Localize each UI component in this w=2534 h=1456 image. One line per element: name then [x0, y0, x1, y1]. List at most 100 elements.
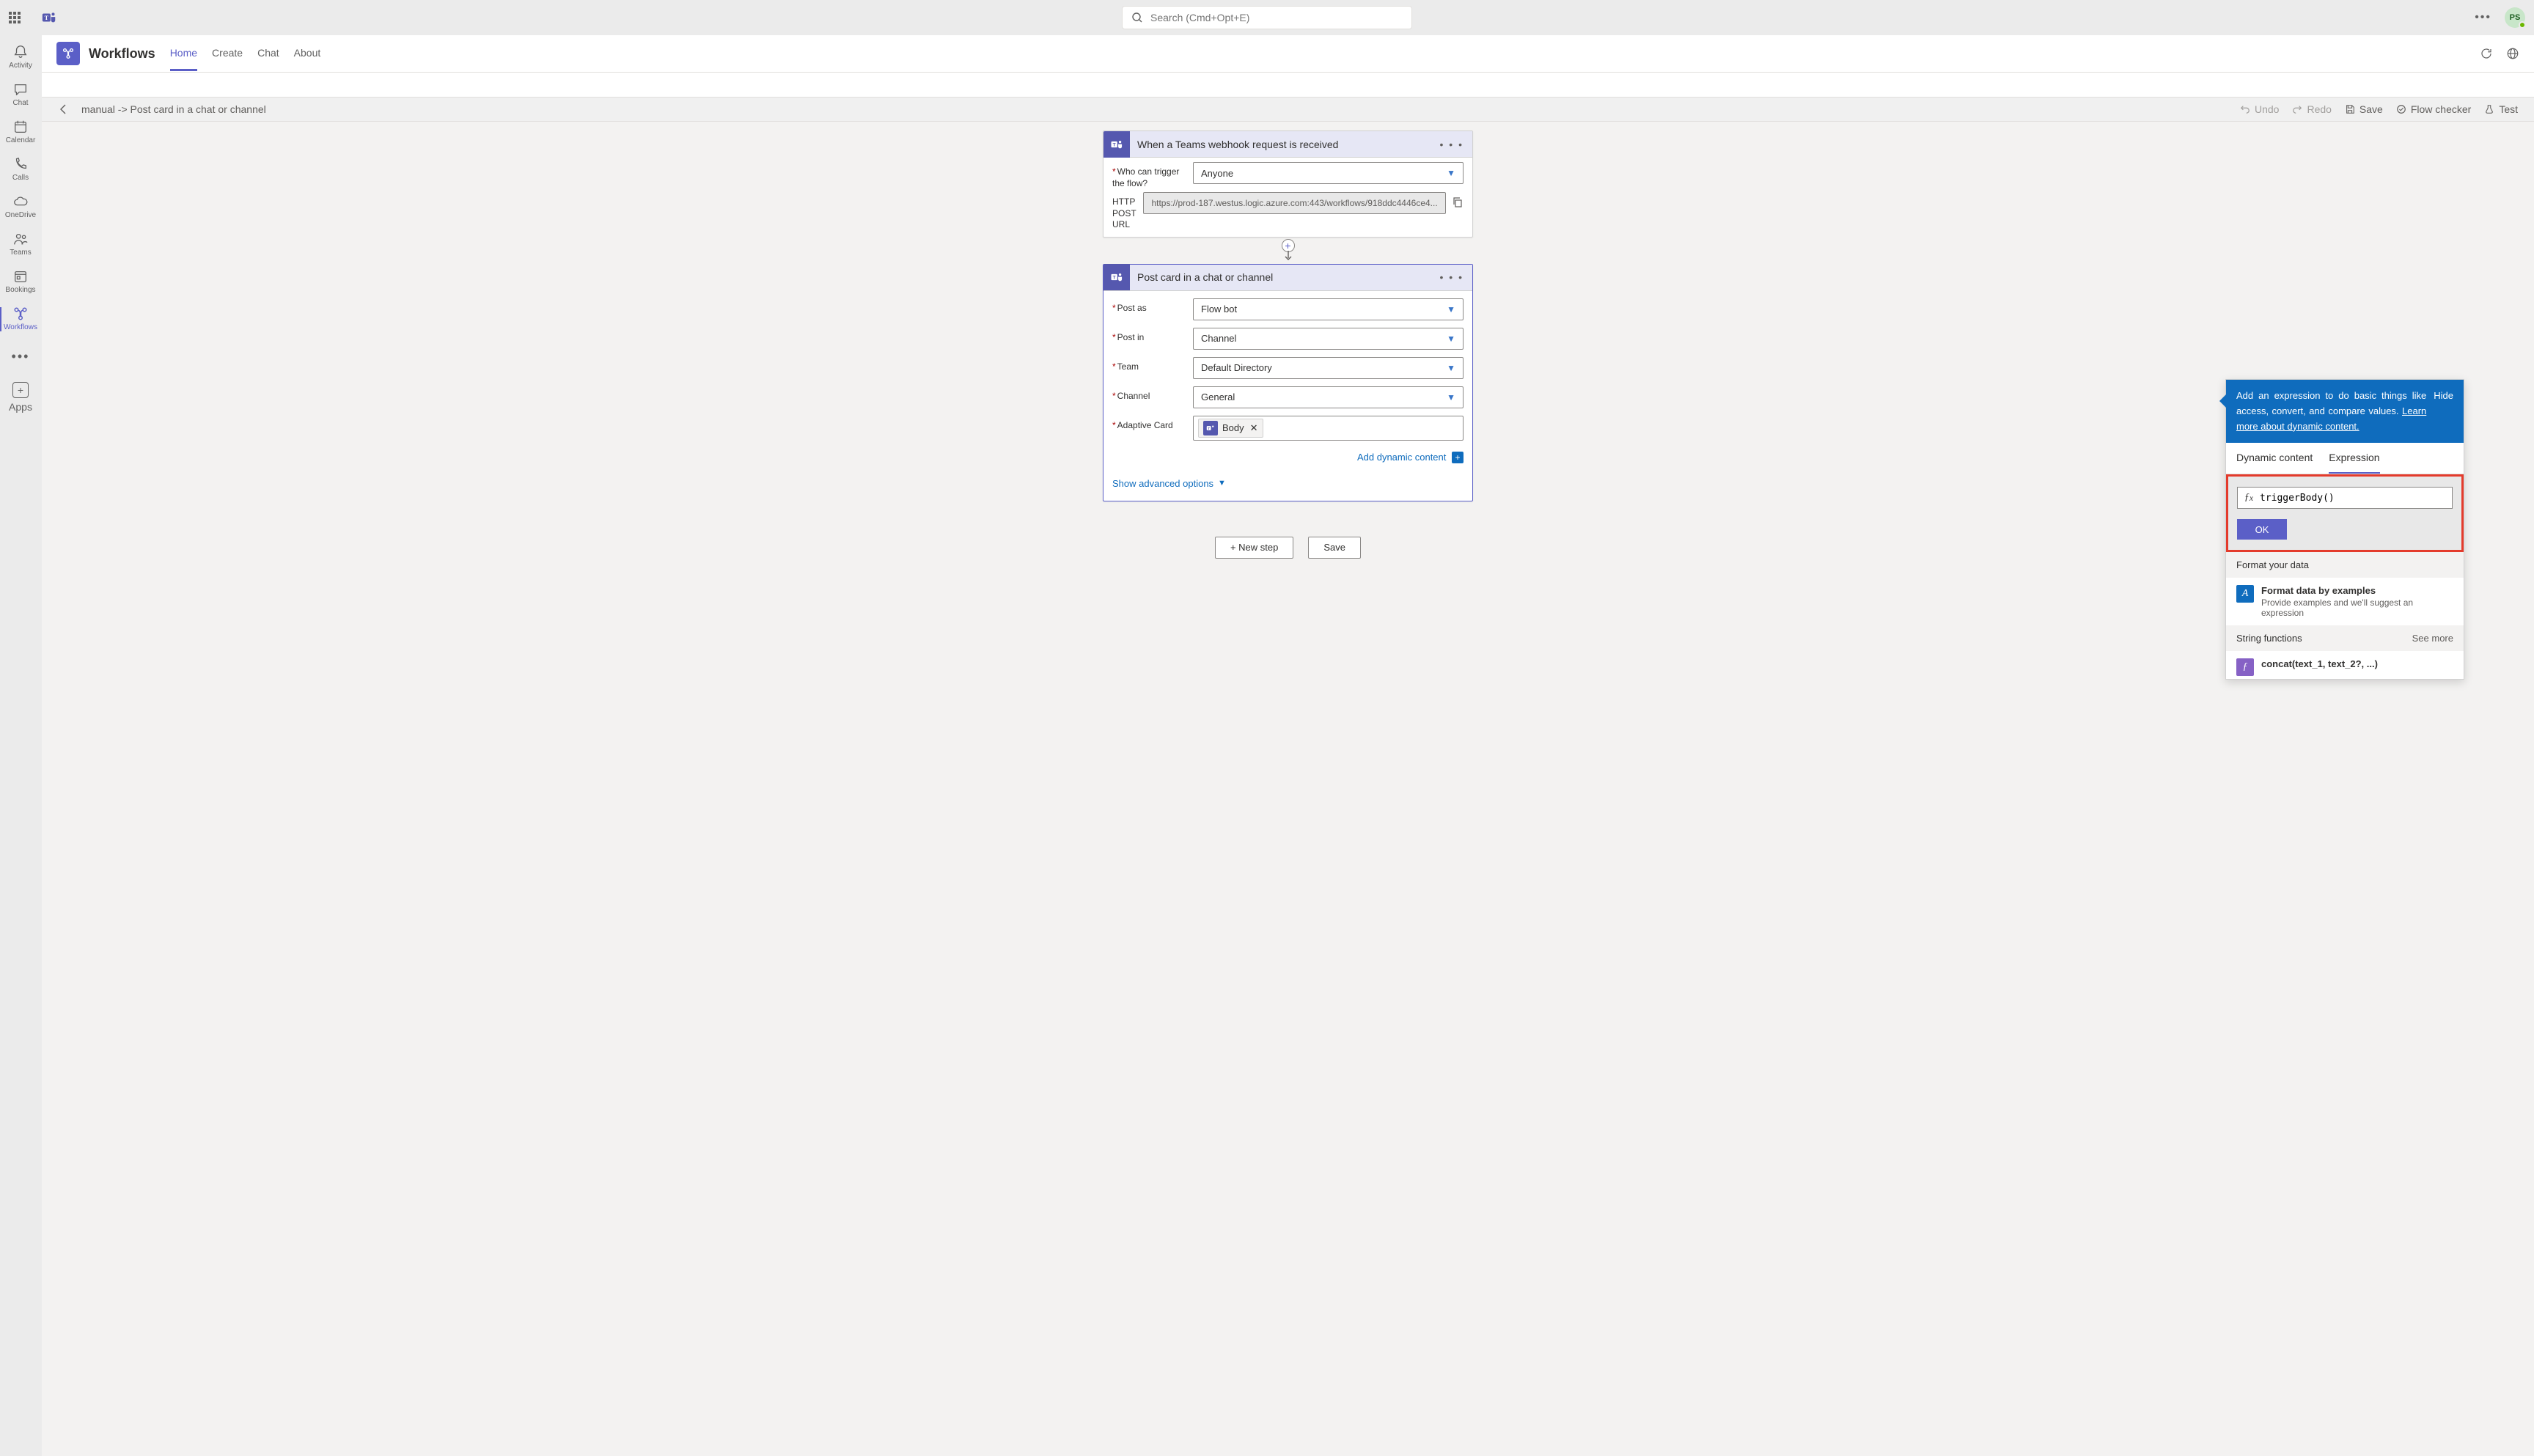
rail-label: Teams — [10, 249, 31, 257]
tab-chat[interactable]: Chat — [257, 37, 279, 71]
rail-label: Activity — [9, 62, 32, 70]
globe-icon[interactable] — [2506, 47, 2519, 60]
app-launcher-icon[interactable] — [9, 12, 21, 23]
save-label: Save — [2359, 103, 2383, 115]
action-card-header[interactable]: T Post card in a chat or channel • • • — [1103, 265, 1472, 291]
trigger-card-header[interactable]: T When a Teams webhook request is receiv… — [1103, 131, 1472, 158]
select-value: Flow bot — [1201, 304, 1237, 315]
concat-item[interactable]: ƒ concat(text_1, text_2?, ...) — [2226, 651, 2464, 679]
chevron-down-icon: ▼ — [1447, 304, 1455, 315]
teams-logo-icon: T — [41, 10, 57, 26]
select-value: Channel — [1201, 333, 1236, 344]
rail-onedrive[interactable]: OneDrive — [0, 189, 42, 225]
save-button[interactable]: Save — [2345, 103, 2383, 115]
search-input[interactable] — [1150, 12, 1403, 23]
expression-input[interactable]: ƒx — [2237, 487, 2453, 509]
teams-connector-icon: T — [1103, 131, 1130, 158]
flow-toolbar: manual -> Post card in a chat or channel… — [42, 98, 2534, 122]
chevron-down-icon: ▼ — [1447, 334, 1455, 344]
expression-field[interactable] — [2260, 493, 2452, 504]
item-desc: Provide examples and we'll suggest an ex… — [2261, 598, 2453, 618]
hide-panel-link[interactable]: Hide — [2434, 389, 2453, 434]
back-icon[interactable] — [58, 103, 70, 115]
format-section-header: Format your data — [2226, 552, 2464, 578]
body-token[interactable]: T Body ✕ — [1198, 419, 1263, 438]
adaptive-card-label: *Adaptive Card — [1112, 416, 1186, 432]
format-data-item[interactable]: A Format data by examples Provide exampl… — [2226, 578, 2464, 625]
function-icon: ƒ — [2236, 658, 2254, 676]
see-more-link[interactable]: See more — [2412, 633, 2453, 644]
post-in-select[interactable]: Channel ▼ — [1193, 328, 1464, 350]
rail-label: Bookings — [5, 286, 35, 294]
rail-label: OneDrive — [5, 211, 36, 219]
item-title: concat(text_1, text_2?, ...) — [2261, 658, 2378, 669]
rail-more-icon[interactable]: ••• — [12, 342, 30, 372]
rail-apps[interactable]: + Apps — [9, 376, 32, 419]
action-card[interactable]: T Post card in a chat or channel • • • *… — [1103, 264, 1473, 501]
expression-panel: Add an expression to do basic things lik… — [2225, 379, 2464, 680]
string-section-header: String functions See more — [2226, 625, 2464, 651]
title-bar: T ••• PS — [0, 0, 2534, 35]
rail-chat[interactable]: Chat — [0, 77, 42, 113]
rail-calls[interactable]: Calls — [0, 152, 42, 188]
select-value: General — [1201, 391, 1235, 402]
who-trigger-select[interactable]: Anyone ▼ — [1193, 162, 1464, 184]
flow-checker-button[interactable]: Flow checker — [2396, 103, 2471, 115]
remove-token-icon[interactable]: ✕ — [1250, 422, 1258, 434]
add-dynamic-content-link[interactable]: Add dynamic content + — [1357, 452, 1464, 463]
arrow-down-icon — [1283, 251, 1293, 261]
rail-label: Calendar — [6, 136, 36, 144]
rail-teams[interactable]: Teams — [0, 227, 42, 262]
item-title: Format data by examples — [2261, 585, 2453, 596]
http-url-label: HTTP POST URL — [1112, 192, 1136, 231]
copy-icon[interactable] — [1452, 196, 1465, 210]
tab-dynamic-content[interactable]: Dynamic content — [2236, 443, 2313, 474]
save-flow-button[interactable]: Save — [1308, 537, 1361, 559]
rail-calendar[interactable]: Calendar — [0, 114, 42, 150]
rail-bookings[interactable]: Bookings — [0, 264, 42, 300]
global-search[interactable] — [1122, 6, 1412, 29]
adaptive-card-input[interactable]: T Body ✕ — [1193, 416, 1464, 441]
trigger-card[interactable]: T When a Teams webhook request is receiv… — [1103, 130, 1473, 238]
post-as-label: *Post as — [1112, 298, 1186, 315]
team-select[interactable]: Default Directory▼ — [1193, 357, 1464, 379]
svg-text:T: T — [1208, 427, 1210, 430]
undo-button[interactable]: Undo — [2240, 103, 2279, 115]
user-avatar[interactable]: PS — [2505, 7, 2525, 28]
post-as-select[interactable]: Flow bot ▼ — [1193, 298, 1464, 320]
titlebar-more-icon[interactable]: ••• — [2475, 11, 2491, 24]
rail-label: Calls — [12, 174, 29, 182]
who-trigger-label: *Who can trigger the flow? — [1112, 162, 1186, 189]
avatar-initials: PS — [2510, 13, 2521, 22]
channel-select[interactable]: General▼ — [1193, 386, 1464, 408]
app-title: Workflows — [89, 46, 155, 62]
flow-canvas[interactable]: T When a Teams webhook request is receiv… — [42, 122, 2534, 1456]
expression-input-zone: ƒx OK — [2226, 474, 2464, 552]
redo-button[interactable]: Redo — [2292, 103, 2331, 115]
tab-expression[interactable]: Expression — [2329, 443, 2379, 474]
show-advanced-options[interactable]: Show advanced options ▼ — [1103, 471, 1472, 492]
panel-hint: Add an expression to do basic things lik… — [2236, 390, 2426, 416]
teams-connector-icon: T — [1103, 264, 1130, 290]
svg-text:T: T — [1113, 276, 1116, 281]
new-step-button[interactable]: + New step — [1215, 537, 1293, 559]
select-value: Default Directory — [1201, 362, 1272, 373]
test-label: Test — [2499, 103, 2518, 115]
tab-home[interactable]: Home — [170, 37, 197, 71]
ok-button[interactable]: OK — [2237, 519, 2287, 540]
app-tabs: Home Create Chat About — [170, 37, 321, 71]
tab-create[interactable]: Create — [212, 37, 243, 71]
refresh-icon[interactable] — [2480, 47, 2493, 60]
channel-label: *Channel — [1112, 386, 1186, 402]
app-header: Workflows Home Create Chat About — [42, 35, 2534, 73]
rail-activity[interactable]: Activity — [0, 40, 42, 76]
tab-about[interactable]: About — [294, 37, 321, 71]
trigger-title: When a Teams webhook request is received — [1130, 139, 1431, 150]
card-menu-icon[interactable]: • • • — [1431, 271, 1472, 283]
redo-label: Redo — [2307, 103, 2331, 115]
http-url-field: https://prod-187.westus.logic.azure.com:… — [1143, 192, 1445, 214]
test-button[interactable]: Test — [2484, 103, 2518, 115]
breadcrumb: manual -> Post card in a chat or channel — [81, 103, 266, 115]
card-menu-icon[interactable]: • • • — [1431, 139, 1472, 150]
rail-workflows[interactable]: Workflows — [0, 301, 42, 337]
